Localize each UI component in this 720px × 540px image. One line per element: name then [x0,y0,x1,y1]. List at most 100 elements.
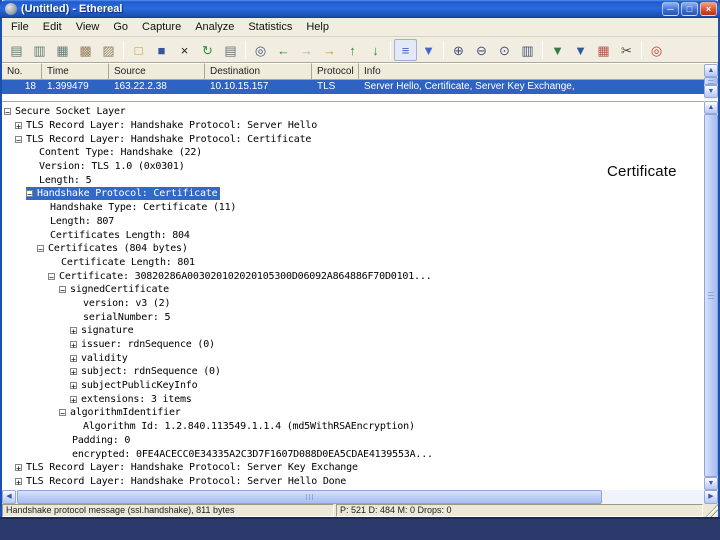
collapse-icon[interactable]: − [48,272,55,281]
menu-go[interactable]: Go [106,19,135,35]
expand-icon[interactable]: + [70,382,77,391]
maximize-icon[interactable]: □ [681,2,698,16]
expand-icon[interactable]: + [15,464,22,473]
expand-icon[interactable]: + [70,354,77,363]
tree-row[interactable]: + validity [4,351,704,365]
tree-row[interactable]: Length: 5 [4,173,704,187]
capture-options-icon[interactable]: ▥ [28,39,51,61]
tree-row[interactable]: − signedCertificate [4,283,704,297]
reload-icon[interactable]: ↻ [196,39,219,61]
help-icon[interactable]: ◎ [645,39,668,61]
tree-row[interactable]: + TLS Record Layer: Handshake Protocol: S… [4,475,704,489]
expand-icon[interactable]: + [15,477,22,486]
close-icon[interactable]: × [700,2,717,16]
menu-help[interactable]: Help [299,19,336,35]
expand-icon[interactable]: + [70,368,77,377]
tree-row[interactable]: − Certificates (804 bytes) [4,242,704,256]
scrollbar-thumb[interactable] [704,77,718,85]
tree-row[interactable]: Certificates Length: 804 [4,228,704,242]
preferences-icon[interactable]: ✂ [615,39,638,61]
tree-row[interactable]: − Secure Socket Layer [4,105,704,119]
zoom-in-icon[interactable]: ⊕ [447,39,470,61]
coloring-rules-icon[interactable]: ▦ [592,39,615,61]
tree-row[interactable]: + extensions: 3 items [4,392,704,406]
go-back-icon[interactable]: ← [272,39,295,61]
tree-row[interactable]: + TLS Record Layer: Handshake Protocol: S… [4,461,704,475]
go-to-bottom-icon[interactable]: ↓ [364,39,387,61]
close-capture-icon[interactable]: × [173,39,196,61]
column-header-time[interactable]: Time [42,63,109,80]
tree-row[interactable]: − algorithmIdentifier [4,406,704,420]
tree-row[interactable]: Certificate Length: 801 [4,256,704,270]
menu-statistics[interactable]: Statistics [241,19,299,35]
go-to-top-icon[interactable]: ↑ [341,39,364,61]
menu-file[interactable]: File [4,19,36,35]
tree-row[interactable]: + signature [4,324,704,338]
capture-restart-icon[interactable]: ▨ [97,39,120,61]
tree-row[interactable]: encrypted: 0FE4ACECC0E34335A2C3D7F1607D0… [4,447,704,461]
capture-interfaces-icon[interactable]: ▤ [5,39,28,61]
collapse-icon[interactable]: − [59,286,66,295]
capture-filter-icon[interactable]: ▼ [546,39,569,61]
collapse-icon[interactable]: − [4,108,11,117]
save-file-icon[interactable]: ■ [150,39,173,61]
detail-tree-scrollbar[interactable]: ▲ ▼ [704,101,718,490]
tree-row[interactable]: + issuer: rdnSequence (0) [4,338,704,352]
tree-row[interactable]: Version: TLS 1.0 (0x0301) [4,160,704,174]
capture-stop-icon[interactable]: ▩ [74,39,97,61]
go-to-packet-icon[interactable]: → [318,39,341,61]
tree-row[interactable]: + TLS Record Layer: Handshake Protocol: S… [4,119,704,133]
column-header-protocol[interactable]: Protocol [312,63,359,80]
tree-row[interactable]: + subjectPublicKeyInfo [4,379,704,393]
scrollbar-thumb[interactable] [704,114,718,477]
collapse-icon[interactable]: − [37,245,44,254]
expand-icon[interactable]: + [70,327,77,336]
scroll-down-icon[interactable]: ▼ [704,85,718,98]
horizontal-scrollbar[interactable]: ◀ ▶ [2,490,718,504]
tree-row[interactable]: − Certificate: 30820286A00302010202010530… [4,269,704,283]
tree-row[interactable]: + subject: rdnSequence (0) [4,365,704,379]
tree-row[interactable]: Length: 807 [4,215,704,229]
title-bar[interactable]: (Untitled) - Ethereal ─ □ × [0,0,720,18]
scroll-right-icon[interactable]: ▶ [704,490,718,504]
tree-row[interactable]: Padding: 0 [4,434,704,448]
scrollbar-thumb[interactable] [17,490,602,504]
open-file-icon[interactable]: □ [127,39,150,61]
display-filter-icon[interactable]: ▼ [569,39,592,61]
capture-start-icon[interactable]: ▦ [51,39,74,61]
expand-icon[interactable]: + [70,395,77,404]
scroll-up-icon[interactable]: ▲ [704,101,718,114]
minimize-icon[interactable]: ─ [662,2,679,16]
tree-row[interactable]: serialNumber: 5 [4,310,704,324]
packet-row-selected[interactable]: 18 1.399479 163.22.2.38 10.10.15.157 TLS Serv… [2,80,704,94]
scroll-left-icon[interactable]: ◀ [2,490,16,504]
menu-edit[interactable]: Edit [36,19,69,35]
packet-list-scrollbar[interactable]: ▲ ▼ [704,64,718,100]
resize-columns-icon[interactable]: ▥ [516,39,539,61]
resize-grip-icon[interactable] [705,504,718,517]
tree-row[interactable]: Content Type: Handshake (22) [4,146,704,160]
collapse-icon[interactable]: − [15,135,22,144]
scroll-up-icon[interactable]: ▲ [704,64,718,77]
menu-analyze[interactable]: Analyze [188,19,241,35]
zoom-100-icon[interactable]: ⊙ [493,39,516,61]
zoom-out-icon[interactable]: ⊖ [470,39,493,61]
find-packet-icon[interactable]: ◎ [249,39,272,61]
column-header-destination[interactable]: Destination [205,63,312,80]
collapse-icon[interactable]: − [26,190,33,199]
column-header-info[interactable]: Info [359,63,718,80]
collapse-icon[interactable]: − [59,409,66,418]
tree-row[interactable]: − TLS Record Layer: Handshake Protocol: C… [4,132,704,146]
auto-scroll-icon[interactable]: ▼ [417,39,440,61]
tree-row[interactable]: Handshake Type: Certificate (11) [4,201,704,215]
tree-row[interactable]: version: v3 (2) [4,297,704,311]
menu-capture[interactable]: Capture [135,19,188,35]
column-header-source[interactable]: Source [109,63,205,80]
tree-row[interactable]: − Handshake Protocol: Certificate [4,187,704,201]
menu-view[interactable]: View [69,19,107,35]
column-header-no[interactable]: No. [2,63,42,80]
scroll-down-icon[interactable]: ▼ [704,477,718,490]
colorize-icon[interactable]: ≡ [394,38,417,61]
go-forward-icon[interactable]: → [295,39,318,61]
expand-icon[interactable]: + [15,122,22,131]
